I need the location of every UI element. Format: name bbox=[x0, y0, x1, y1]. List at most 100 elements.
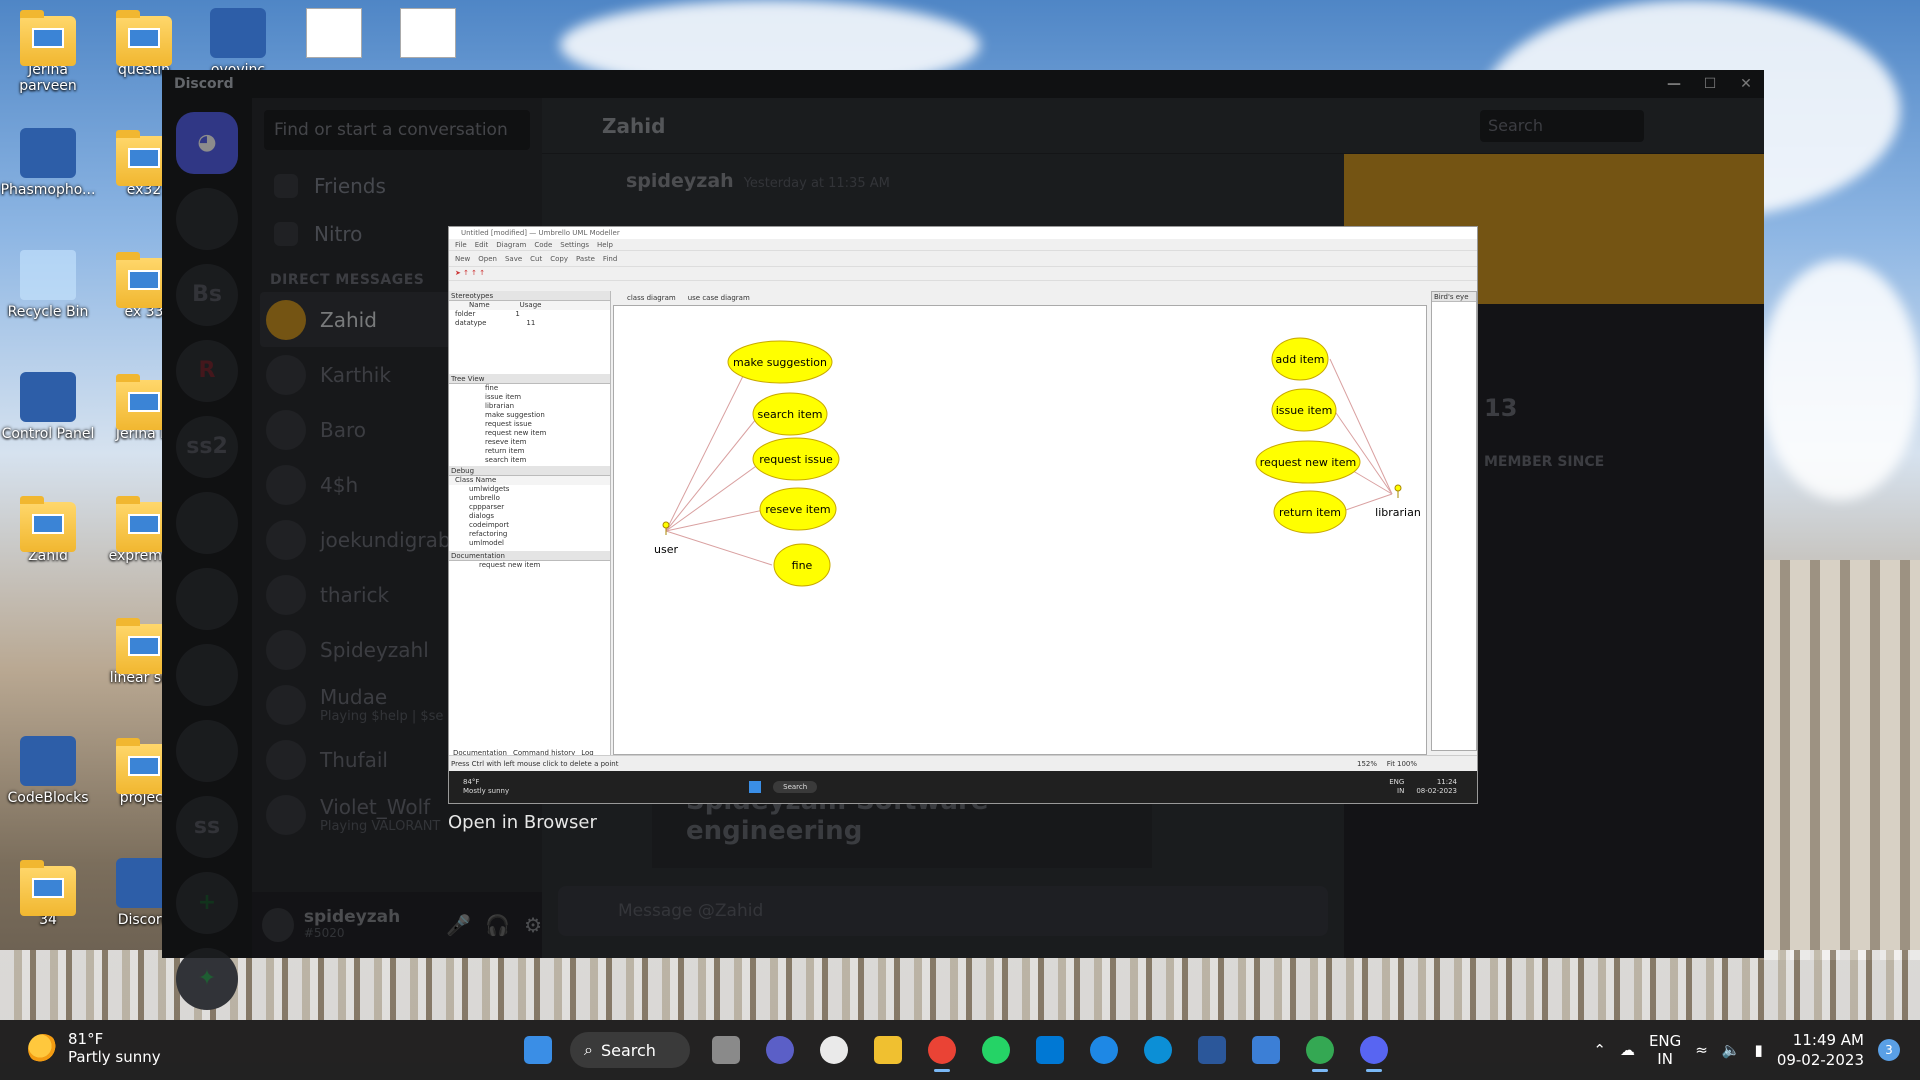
taskbar-app[interactable] bbox=[812, 1028, 856, 1072]
desktop-icon-11[interactable]: Zahid bbox=[0, 494, 96, 564]
taskbar-app[interactable] bbox=[866, 1028, 910, 1072]
taskbar-app[interactable] bbox=[1028, 1028, 1072, 1072]
onedrive-icon[interactable]: ☁ bbox=[1620, 1041, 1635, 1059]
inner-time: 11:24 bbox=[1436, 778, 1457, 786]
taskbar-app[interactable] bbox=[1298, 1028, 1342, 1072]
wifi-icon[interactable]: ≈ bbox=[1695, 1041, 1708, 1059]
fit-label: Fit bbox=[1386, 760, 1395, 768]
umbrello-left-docks: Stereotypes Name Usage folder 1 datatype 11… bbox=[449, 291, 611, 791]
desktop-icon-3[interactable] bbox=[286, 8, 382, 62]
inner-start-icon bbox=[749, 781, 762, 793]
use-case-label: request issue bbox=[759, 453, 833, 466]
use-case-label: add item bbox=[1275, 353, 1324, 366]
stereotypes-pane-title: Stereotypes bbox=[449, 291, 610, 301]
folder-icon bbox=[20, 860, 76, 916]
crowd-photo bbox=[0, 950, 1920, 1020]
clock[interactable]: 11:49 AM 09-02-2023 bbox=[1777, 1030, 1864, 1070]
desktop-icon-1[interactable]: questin bbox=[96, 8, 192, 78]
debug-item: refactoring bbox=[469, 530, 508, 538]
taskbar-app[interactable] bbox=[704, 1028, 748, 1072]
taskbar: 81°F Partly sunny ⌕ Search ⌃ ☁ ENG IN ≈ 🔈… bbox=[0, 1020, 1920, 1080]
tree-item: librarian bbox=[485, 402, 515, 410]
taskbar-app[interactable] bbox=[758, 1028, 802, 1072]
umbrello-menu-item: File bbox=[455, 241, 467, 249]
desktop-icon-5[interactable]: Phasmopho... bbox=[0, 128, 96, 198]
umbrello-toolbar: New Open Save Cut Copy Paste Find bbox=[449, 251, 1477, 267]
documentation-pane-title: Documentation bbox=[449, 551, 610, 561]
folder-icon bbox=[116, 10, 172, 66]
debug-item: dialogs bbox=[469, 512, 494, 520]
chrome-icon bbox=[928, 1036, 956, 1064]
tree-item: make suggestion bbox=[485, 411, 545, 419]
desktop-icon-2[interactable]: ovovinc bbox=[190, 8, 286, 78]
zoom-level: 152% bbox=[1356, 760, 1377, 768]
taskbar-app[interactable] bbox=[1082, 1028, 1126, 1072]
use-case-diagram: make suggestion search item request issue r… bbox=[654, 337, 1421, 587]
birds-eye-pane: Bird's eye bbox=[1431, 291, 1477, 751]
tree-item: issue item bbox=[485, 393, 522, 401]
desktop-icon-9[interactable]: Control Panel bbox=[0, 372, 96, 442]
taskbar-apps: ⌕ Search bbox=[516, 1028, 1396, 1072]
lang-region[interactable]: IN bbox=[1649, 1050, 1681, 1068]
file-explorer-icon bbox=[874, 1036, 902, 1064]
taskbar-app[interactable] bbox=[920, 1028, 964, 1072]
association-line bbox=[665, 530, 773, 566]
weather-widget[interactable]: 81°F Partly sunny bbox=[28, 1030, 161, 1066]
document-icon bbox=[400, 8, 456, 58]
umbrello-screenshot: Untitled [modified] — Umbrello UML Model… bbox=[448, 226, 1478, 804]
weather-sun-icon bbox=[28, 1034, 58, 1064]
stereotype-row: folder 1 bbox=[449, 310, 610, 319]
desktop-icon-7[interactable]: Recycle Bin bbox=[0, 250, 96, 320]
diagram-tab: class diagram bbox=[627, 294, 676, 302]
desktop-icon-14[interactable]: CodeBlocks bbox=[0, 736, 96, 806]
umbrello-menu-item: Help bbox=[596, 241, 613, 249]
actor-head-icon bbox=[1394, 484, 1402, 492]
stereotype-cell: 11 bbox=[526, 319, 536, 327]
taskbar-app[interactable] bbox=[1244, 1028, 1288, 1072]
debug-item: umbrello bbox=[469, 494, 500, 502]
battery-icon[interactable]: ▮ bbox=[1755, 1041, 1763, 1059]
edge-icon bbox=[1144, 1036, 1172, 1064]
lang-code[interactable]: ENG bbox=[1649, 1032, 1681, 1050]
taskbar-app[interactable] bbox=[974, 1028, 1018, 1072]
umbrello-status-bar: Press Ctrl with left mouse click to dele… bbox=[449, 755, 1477, 771]
help-icon bbox=[1090, 1036, 1118, 1064]
desktop-icon-16[interactable]: 34 bbox=[0, 858, 96, 928]
taskbar-app[interactable] bbox=[516, 1028, 560, 1072]
taskbar-search[interactable]: ⌕ Search bbox=[570, 1032, 690, 1068]
umbrello-menu-item: Edit bbox=[474, 241, 489, 249]
clock-date: 09-02-2023 bbox=[1776, 1051, 1864, 1069]
stereotype-rows: folder 1 datatype 11 bbox=[449, 310, 610, 374]
stereotype-cell: folder bbox=[455, 310, 476, 318]
open-in-browser-link[interactable]: Open in Browser bbox=[448, 812, 597, 833]
taskbar-app[interactable] bbox=[1190, 1028, 1234, 1072]
start-icon bbox=[524, 1036, 552, 1064]
taskbar-app[interactable] bbox=[1352, 1028, 1396, 1072]
chevron-up-icon[interactable]: ⌃ bbox=[1593, 1041, 1606, 1059]
desktop-icon-label: Control Panel bbox=[1, 426, 95, 442]
stereotype-col-name: Name bbox=[469, 301, 490, 309]
use-case-canvas: make suggestion search item request issue r… bbox=[613, 305, 1427, 755]
umbrello-toolbar-button: Paste bbox=[576, 255, 595, 263]
tree-view-list: fine issue item librarian make suggestion re… bbox=[449, 384, 610, 466]
desktop-icon-0[interactable]: Jerina parveen bbox=[0, 8, 96, 94]
debug-item: cppparser bbox=[469, 503, 505, 511]
notification-badge[interactable]: 3 bbox=[1878, 1039, 1900, 1061]
tree-item: request issue bbox=[485, 420, 532, 428]
umbrello-toolbar-button: Save bbox=[504, 255, 523, 263]
umbrello-menu-item: Code bbox=[534, 241, 553, 249]
debug-item: umlmodel bbox=[469, 539, 504, 547]
notepad-icon bbox=[1252, 1036, 1280, 1064]
desktop-icon-4[interactable] bbox=[380, 8, 476, 62]
taskbar-app[interactable] bbox=[1136, 1028, 1180, 1072]
use-case-label: make suggestion bbox=[733, 356, 827, 369]
stereotype-row: datatype 11 bbox=[449, 319, 610, 328]
stereotype-col-usage: Usage bbox=[519, 301, 542, 309]
tree-item: return item bbox=[485, 447, 525, 455]
use-case-label: reseve item bbox=[765, 503, 830, 516]
diagram-tabs: class diagram use case diagram bbox=[613, 291, 750, 305]
debug-list: umlwidgets umbrello cppparser dialogs codeim… bbox=[449, 485, 610, 551]
app-shortcut-icon bbox=[210, 8, 266, 58]
speaker-muted-icon[interactable]: 🔈 bbox=[1722, 1041, 1741, 1059]
folder-icon bbox=[20, 10, 76, 66]
